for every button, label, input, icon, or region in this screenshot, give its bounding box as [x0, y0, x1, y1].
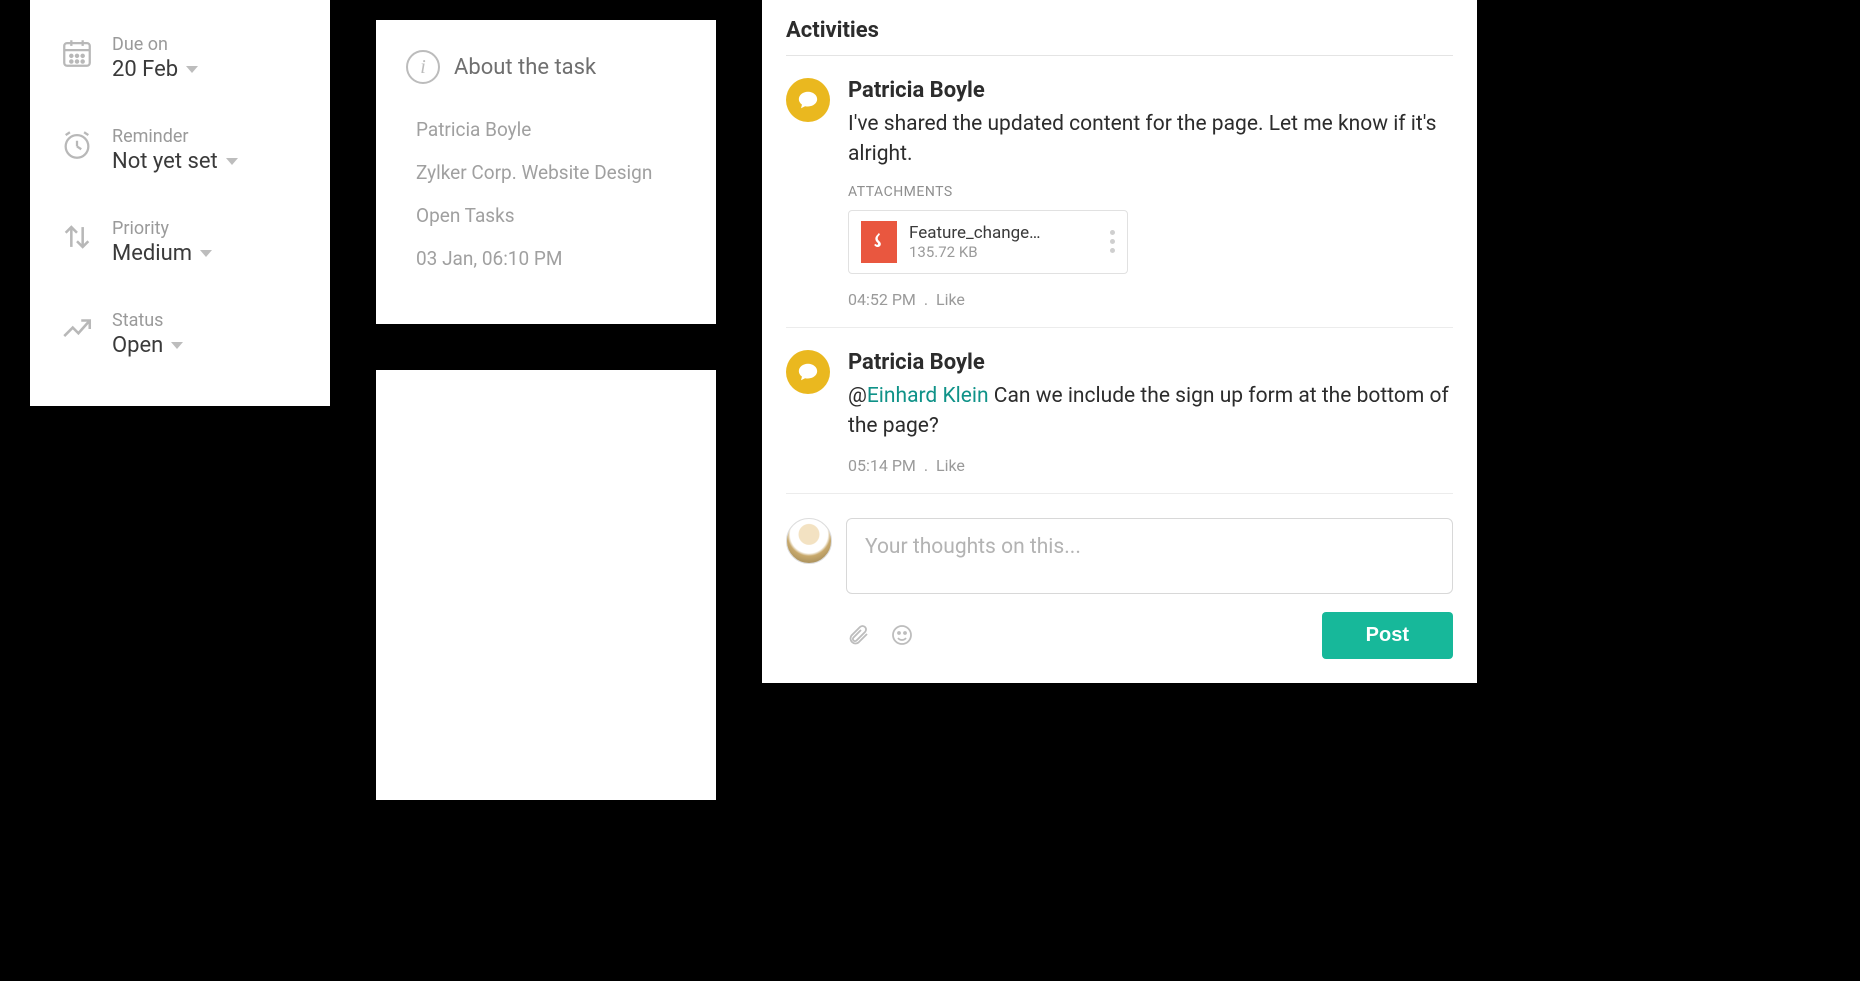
activity-text: I've shared the updated content for the … — [848, 109, 1453, 170]
about-owner: Patricia Boyle — [406, 108, 686, 151]
reminder-text: Not yet set — [112, 149, 218, 174]
attachments-label: ATTACHMENTS — [848, 184, 1453, 200]
user-avatar — [786, 518, 832, 564]
priority-value[interactable]: Medium — [112, 241, 212, 266]
priority-row: Priority Medium — [58, 218, 302, 266]
comment-icon — [786, 350, 830, 394]
about-project: Zylker Corp. Website Design — [406, 151, 686, 194]
about-list: Open Tasks — [406, 194, 686, 237]
trend-icon — [58, 310, 96, 348]
clock-icon — [58, 126, 96, 164]
chevron-down-icon — [186, 66, 198, 73]
task-properties-panel: Due on 20 Feb Reminder Not yet set Prior… — [30, 0, 330, 406]
activity-item: Patricia Boyle @Einhard Klein Can we inc… — [786, 328, 1453, 494]
activities-panel: Activities Patricia Boyle I've shared th… — [762, 0, 1477, 683]
like-button[interactable]: Like — [936, 290, 965, 309]
reminder-label: Reminder — [112, 126, 302, 147]
comment-icon — [786, 78, 830, 122]
activity-time: 04:52 PM — [848, 290, 916, 309]
reminder-row: Reminder Not yet set — [58, 126, 302, 174]
reminder-value[interactable]: Not yet set — [112, 149, 238, 174]
status-label: Status — [112, 310, 302, 331]
attachment-name: Feature_change… — [909, 223, 1098, 243]
attach-icon[interactable] — [846, 623, 870, 647]
priority-icon — [58, 218, 96, 256]
status-value[interactable]: Open — [112, 333, 183, 358]
due-on-label: Due on — [112, 34, 302, 55]
like-button[interactable]: Like — [936, 456, 965, 475]
comment-composer: Post — [786, 494, 1453, 659]
pdf-file-icon — [861, 221, 897, 263]
activities-title: Activities — [786, 12, 1453, 56]
blank-panel — [376, 370, 716, 800]
mention-link[interactable]: Einhard Klein — [867, 384, 989, 408]
chevron-down-icon — [226, 158, 238, 165]
info-icon: i — [406, 50, 440, 84]
activity-footer: 04:52 PM . Like — [848, 290, 1453, 309]
about-header: i About the task — [406, 50, 686, 84]
activity-item: Patricia Boyle I've shared the updated c… — [786, 56, 1453, 328]
activity-time: 05:14 PM — [848, 456, 916, 475]
activity-text: @Einhard Klein Can we include the sign u… — [848, 381, 1453, 442]
calendar-icon — [58, 34, 96, 72]
priority-text: Medium — [112, 241, 192, 266]
about-created: 03 Jan, 06:10 PM — [406, 237, 686, 280]
attachment-card[interactable]: Feature_change… 135.72 KB — [848, 210, 1128, 274]
status-row: Status Open — [58, 310, 302, 358]
attachment-more-icon[interactable] — [1110, 230, 1115, 253]
about-task-panel: i About the task Patricia Boyle Zylker C… — [376, 20, 716, 324]
post-button[interactable]: Post — [1322, 612, 1453, 659]
emoji-icon[interactable] — [890, 623, 914, 647]
activity-author: Patricia Boyle — [848, 78, 1453, 103]
attachment-size: 135.72 KB — [909, 243, 1098, 261]
priority-label: Priority — [112, 218, 302, 239]
about-title: About the task — [454, 55, 596, 80]
due-on-text: 20 Feb — [112, 57, 178, 82]
activity-footer: 05:14 PM . Like — [848, 456, 1453, 475]
due-on-row: Due on 20 Feb — [58, 34, 302, 82]
due-on-value[interactable]: 20 Feb — [112, 57, 198, 82]
chevron-down-icon — [200, 250, 212, 257]
status-text: Open — [112, 333, 163, 358]
activity-author: Patricia Boyle — [848, 350, 1453, 375]
comment-input[interactable] — [846, 518, 1453, 594]
chevron-down-icon — [171, 342, 183, 349]
